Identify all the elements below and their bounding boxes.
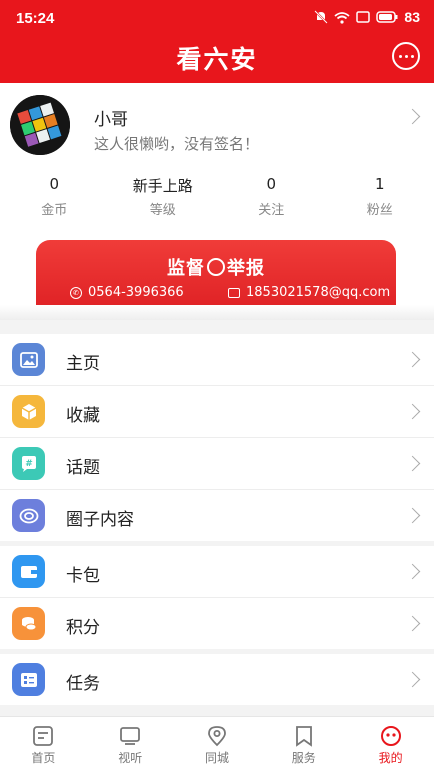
bookmark-icon bbox=[293, 725, 315, 747]
app-title: 看六安 bbox=[0, 40, 434, 76]
report-email-address: 1853021578@qq.com bbox=[246, 285, 390, 300]
stat-value: 0 bbox=[217, 175, 326, 195]
menu-item-favorites[interactable]: 收藏 bbox=[0, 386, 434, 438]
report-email[interactable]: 1853021578@qq.com bbox=[228, 285, 390, 300]
mute-bell-icon bbox=[314, 10, 328, 24]
report-title-right: 举报 bbox=[227, 258, 265, 279]
status-bar: 15:24 83 bbox=[0, 0, 434, 36]
menu-label: 话题 bbox=[66, 453, 100, 478]
tab-label: 服务 bbox=[260, 749, 347, 766]
tab-services[interactable]: 服务 bbox=[260, 717, 347, 773]
rubiks-cube-avatar-icon bbox=[10, 95, 70, 155]
tab-label: 同城 bbox=[174, 749, 261, 766]
svg-text:#: # bbox=[25, 459, 33, 469]
battery-level: 83 bbox=[404, 9, 420, 25]
tab-label: 视听 bbox=[87, 749, 174, 766]
card-icon bbox=[12, 555, 45, 588]
mail-icon bbox=[228, 288, 240, 298]
message-dot-icon bbox=[399, 55, 402, 58]
menu-group: 卡包 积分 bbox=[0, 546, 434, 649]
menu-group: 主页 收藏 # 话题 圈子内容 bbox=[0, 334, 434, 541]
stat-level[interactable]: 新手上路 等级 bbox=[109, 175, 218, 218]
home-doc-icon bbox=[32, 725, 54, 747]
message-dot-icon bbox=[405, 55, 408, 58]
report-title-left: 监督 bbox=[167, 258, 205, 279]
menu-item-points[interactable]: 积分 bbox=[0, 598, 434, 649]
wifi-icon bbox=[334, 11, 350, 24]
status-time: 15:24 bbox=[16, 10, 54, 27]
chevron-right-icon bbox=[405, 456, 421, 472]
report-title: 监督 举报 bbox=[36, 254, 396, 280]
stat-value: 0 bbox=[0, 175, 109, 195]
circle-icon bbox=[12, 499, 45, 532]
at-icon bbox=[207, 258, 225, 276]
username: 小哥 bbox=[94, 105, 128, 130]
user-face-icon bbox=[380, 725, 402, 747]
profile-stats: 0 金币 新手上路 等级 0 关注 1 粉丝 bbox=[0, 175, 434, 218]
menu-group: 任务 bbox=[0, 654, 434, 705]
image-icon bbox=[12, 343, 45, 376]
report-phone[interactable]: ✆ 0564-3996366 bbox=[70, 285, 184, 300]
menu-label: 卡包 bbox=[66, 561, 100, 586]
menu-label: 收藏 bbox=[66, 401, 100, 426]
tab-label: 首页 bbox=[0, 749, 87, 766]
tab-home[interactable]: 首页 bbox=[0, 717, 87, 773]
stat-label: 关注 bbox=[217, 199, 326, 218]
top-bar: 15:24 83 看六安 bbox=[0, 0, 434, 83]
message-dot-icon bbox=[411, 55, 414, 58]
bottom-tab-bar: 首页 视听 同城 服务 我的 bbox=[0, 716, 434, 773]
chevron-right-icon bbox=[405, 352, 421, 368]
profile-card: 小哥 这人很懒哟，没有签名！ 0 金币 新手上路 等级 0 关注 1 粉丝 监督… bbox=[0, 83, 434, 320]
location-icon bbox=[206, 725, 228, 747]
chevron-right-icon bbox=[405, 564, 421, 580]
tab-mine[interactable]: 我的 bbox=[347, 717, 434, 773]
tab-label: 我的 bbox=[347, 749, 434, 766]
menu-item-topics[interactable]: # 话题 bbox=[0, 438, 434, 490]
menu-item-card-wallet[interactable]: 卡包 bbox=[0, 546, 434, 598]
menu-label: 积分 bbox=[66, 613, 100, 638]
menu-label: 圈子内容 bbox=[66, 505, 134, 530]
task-icon bbox=[12, 663, 45, 696]
stat-followers[interactable]: 1 粉丝 bbox=[326, 175, 434, 218]
menu-item-tasks[interactable]: 任务 bbox=[0, 654, 434, 705]
stat-following[interactable]: 0 关注 bbox=[217, 175, 326, 218]
phone-icon: ✆ bbox=[70, 287, 82, 299]
signature: 这人很懒哟，没有签名！ bbox=[94, 133, 259, 154]
screen-icon bbox=[356, 11, 370, 23]
report-phone-number: 0564-3996366 bbox=[88, 285, 184, 300]
chevron-right-icon bbox=[405, 508, 421, 524]
tab-media[interactable]: 视听 bbox=[87, 717, 174, 773]
stat-label: 金币 bbox=[0, 199, 109, 218]
box-icon bbox=[12, 395, 45, 428]
menu-label: 任务 bbox=[66, 669, 100, 694]
chevron-right-icon bbox=[405, 672, 421, 688]
menu-item-home[interactable]: 主页 bbox=[0, 334, 434, 386]
avatar[interactable] bbox=[10, 95, 70, 155]
menu-label: 主页 bbox=[66, 349, 100, 374]
status-icons: 83 bbox=[314, 9, 420, 25]
stat-coins[interactable]: 0 金币 bbox=[0, 175, 109, 218]
tab-local[interactable]: 同城 bbox=[174, 717, 261, 773]
banner-divider bbox=[0, 305, 434, 320]
stat-label: 等级 bbox=[109, 199, 218, 218]
stat-value: 新手上路 bbox=[109, 175, 218, 195]
tv-icon bbox=[119, 725, 141, 747]
report-banner[interactable]: 监督 举报 ✆ 0564-3996366 1853021578@qq.com bbox=[36, 240, 396, 306]
profile-chevron-right-icon[interactable] bbox=[405, 109, 421, 125]
menu-item-circle-content[interactable]: 圈子内容 bbox=[0, 490, 434, 541]
stat-label: 粉丝 bbox=[326, 199, 434, 218]
battery-icon bbox=[376, 11, 398, 23]
coins-icon bbox=[12, 607, 45, 640]
chevron-right-icon bbox=[405, 404, 421, 420]
topic-icon: # bbox=[12, 447, 45, 480]
chevron-right-icon bbox=[405, 616, 421, 632]
message-button[interactable] bbox=[392, 42, 420, 70]
stat-value: 1 bbox=[326, 175, 434, 195]
